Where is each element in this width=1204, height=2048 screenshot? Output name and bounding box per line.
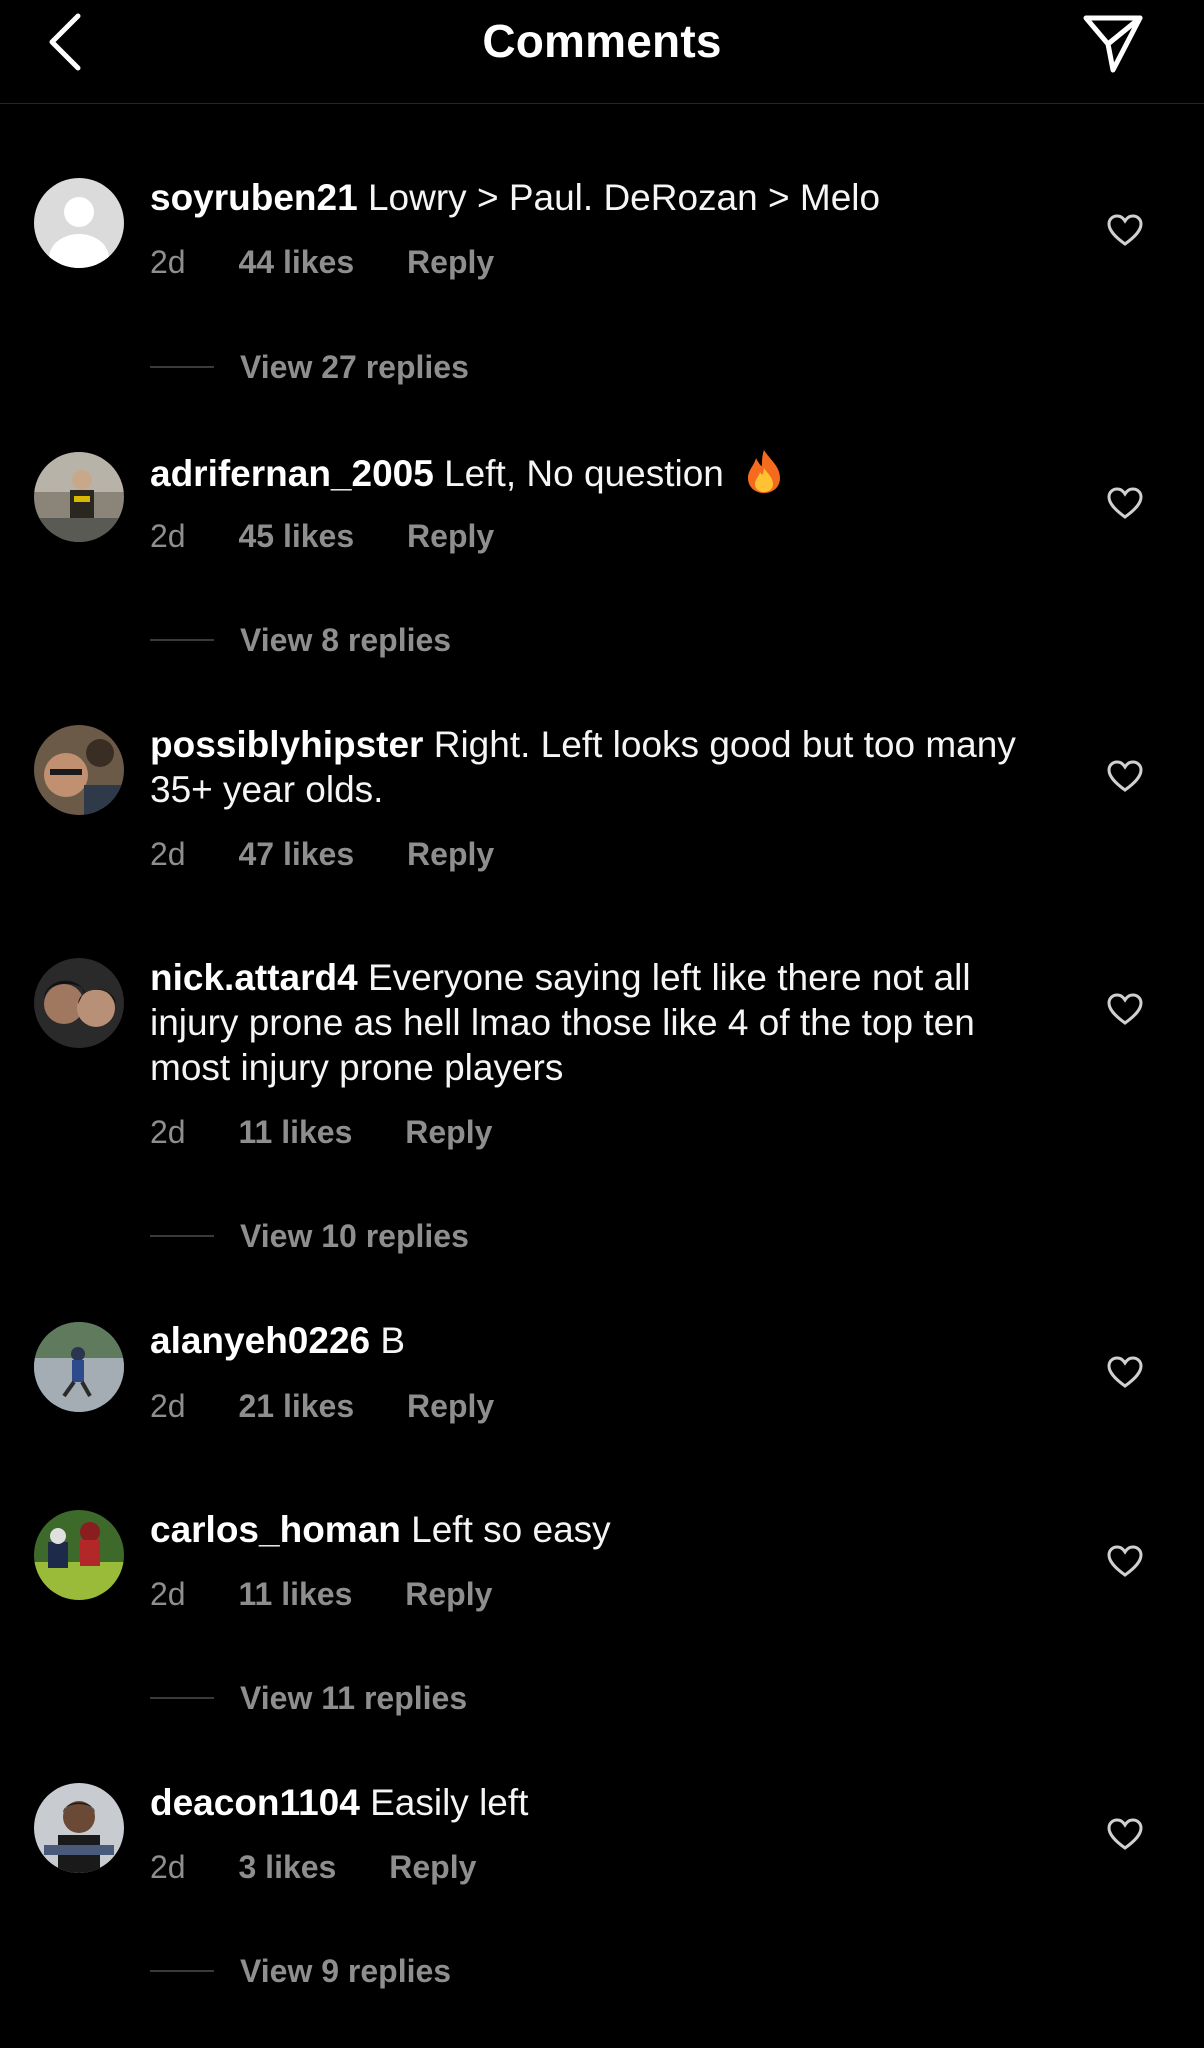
like-button[interactable] xyxy=(1106,1817,1144,1851)
comment-text: nick.attard4 Everyone saying left like t… xyxy=(150,955,1030,1090)
like-button[interactable] xyxy=(1106,1544,1144,1578)
view-replies-label: View 10 replies xyxy=(240,1217,469,1254)
replies-divider-line xyxy=(150,1235,214,1237)
comment-likes[interactable]: 21 likes xyxy=(238,1388,354,1424)
comment-meta: 2d 45 likes Reply xyxy=(150,518,494,555)
view-replies-label: View 8 replies xyxy=(240,621,452,658)
reply-button[interactable]: Reply xyxy=(407,244,494,280)
comment-meta: 2d 11 likes Reply xyxy=(150,1114,492,1151)
replies-divider-line xyxy=(150,639,214,641)
replies-divider-line xyxy=(150,1970,214,1972)
view-replies-button[interactable]: View 8 replies xyxy=(150,620,451,660)
paper-plane-icon xyxy=(1083,15,1143,73)
comment-likes[interactable]: 45 likes xyxy=(238,518,354,554)
avatar[interactable] xyxy=(34,1510,124,1600)
avatar[interactable] xyxy=(34,452,124,542)
comment-username[interactable]: carlos_homan xyxy=(150,1509,401,1550)
view-replies-button[interactable]: View 11 replies xyxy=(150,1678,467,1718)
view-replies-label: View 27 replies xyxy=(240,348,469,385)
comment-body: Left so easy xyxy=(411,1509,611,1550)
comment-time: 2d xyxy=(150,1388,186,1424)
page-title: Comments xyxy=(482,15,722,67)
reply-button[interactable]: Reply xyxy=(407,836,494,872)
comment-time: 2d xyxy=(150,836,186,872)
comment-meta: 2d 21 likes Reply xyxy=(150,1388,494,1425)
view-replies-button[interactable]: View 9 replies xyxy=(150,1951,451,1991)
profile-photo xyxy=(34,1322,124,1412)
comment-meta: 2d 44 likes Reply xyxy=(150,244,494,281)
profile-photo xyxy=(34,1510,124,1600)
reply-button[interactable]: Reply xyxy=(405,1114,492,1150)
comment-text: soyruben21 Lowry > Paul. DeRozan > Melo xyxy=(150,175,1030,220)
replies-divider-line xyxy=(150,366,214,368)
comment-likes[interactable]: 11 likes xyxy=(238,1114,352,1150)
profile-photo xyxy=(34,725,124,815)
view-replies-button[interactable]: View 10 replies xyxy=(150,1216,469,1256)
comment-body: Easily left xyxy=(370,1782,529,1823)
comment-username[interactable]: alanyeh0226 xyxy=(150,1320,370,1361)
comment-username[interactable]: nick.attard4 xyxy=(150,957,358,998)
like-button[interactable] xyxy=(1106,213,1144,247)
comment-time: 2d xyxy=(150,1576,186,1612)
reply-button[interactable]: Reply xyxy=(407,518,494,554)
comment-username[interactable]: possiblyhipster xyxy=(150,724,423,765)
avatar[interactable] xyxy=(34,725,124,815)
heart-icon xyxy=(1107,1356,1143,1388)
like-button[interactable] xyxy=(1106,992,1144,1026)
avatar[interactable] xyxy=(34,958,124,1048)
heart-icon xyxy=(1107,1818,1143,1850)
heart-icon xyxy=(1107,214,1143,246)
comment-meta: 2d 47 likes Reply xyxy=(150,836,494,873)
heart-icon xyxy=(1107,760,1143,792)
comment-meta: 2d 11 likes Reply xyxy=(150,1576,492,1613)
comment-time: 2d xyxy=(150,518,186,554)
comment-time: 2d xyxy=(150,1849,186,1885)
heart-icon xyxy=(1107,1545,1143,1577)
comment-time: 2d xyxy=(150,1114,186,1150)
comment-body: Lowry > Paul. DeRozan > Melo xyxy=(367,177,881,218)
comment-text: adrifernan_2005 Left, No question xyxy=(150,448,1030,504)
replies-divider-line xyxy=(150,1697,214,1699)
comment-body: B xyxy=(380,1320,406,1361)
avatar[interactable] xyxy=(34,178,124,268)
comment-time: 2d xyxy=(150,244,186,280)
comment-text: carlos_homan Left so easy xyxy=(150,1507,1030,1552)
comment-text: alanyeh0226 B xyxy=(150,1318,1030,1363)
fire-emoji-icon xyxy=(744,448,784,504)
profile-photo xyxy=(34,1783,124,1873)
comment-username[interactable]: adrifernan_2005 xyxy=(150,453,434,494)
reply-button[interactable]: Reply xyxy=(389,1849,476,1885)
comment-likes[interactable]: 11 likes xyxy=(238,1576,352,1612)
view-replies-button[interactable]: View 27 replies xyxy=(150,347,469,387)
like-button[interactable] xyxy=(1106,1355,1144,1389)
view-replies-label: View 9 replies xyxy=(240,1952,452,1989)
comment-username[interactable]: deacon1104 xyxy=(150,1782,360,1823)
reply-button[interactable]: Reply xyxy=(405,1576,492,1612)
comment-likes[interactable]: 44 likes xyxy=(238,244,354,280)
avatar[interactable] xyxy=(34,1322,124,1412)
share-button[interactable] xyxy=(1080,10,1146,76)
profile-photo xyxy=(34,958,124,1048)
profile-photo xyxy=(34,452,124,542)
heart-icon xyxy=(1107,993,1143,1025)
header-bar: Comments xyxy=(0,0,1204,104)
comment-username[interactable]: soyruben21 xyxy=(150,177,358,218)
comment-likes[interactable]: 47 likes xyxy=(238,836,354,872)
comment-meta: 2d 3 likes Reply xyxy=(150,1849,476,1886)
reply-button[interactable]: Reply xyxy=(407,1388,494,1424)
like-button[interactable] xyxy=(1106,759,1144,793)
avatar[interactable] xyxy=(34,1783,124,1873)
comment-likes[interactable]: 3 likes xyxy=(238,1849,336,1885)
view-replies-label: View 11 replies xyxy=(240,1679,468,1716)
comment-body: Left, No question xyxy=(444,453,724,494)
comment-text: deacon1104 Easily left xyxy=(150,1780,1030,1825)
default-profile-icon xyxy=(34,178,124,268)
comment-text: possiblyhipster Right. Left looks good b… xyxy=(150,722,1030,812)
heart-icon xyxy=(1107,487,1143,519)
like-button[interactable] xyxy=(1106,486,1144,520)
